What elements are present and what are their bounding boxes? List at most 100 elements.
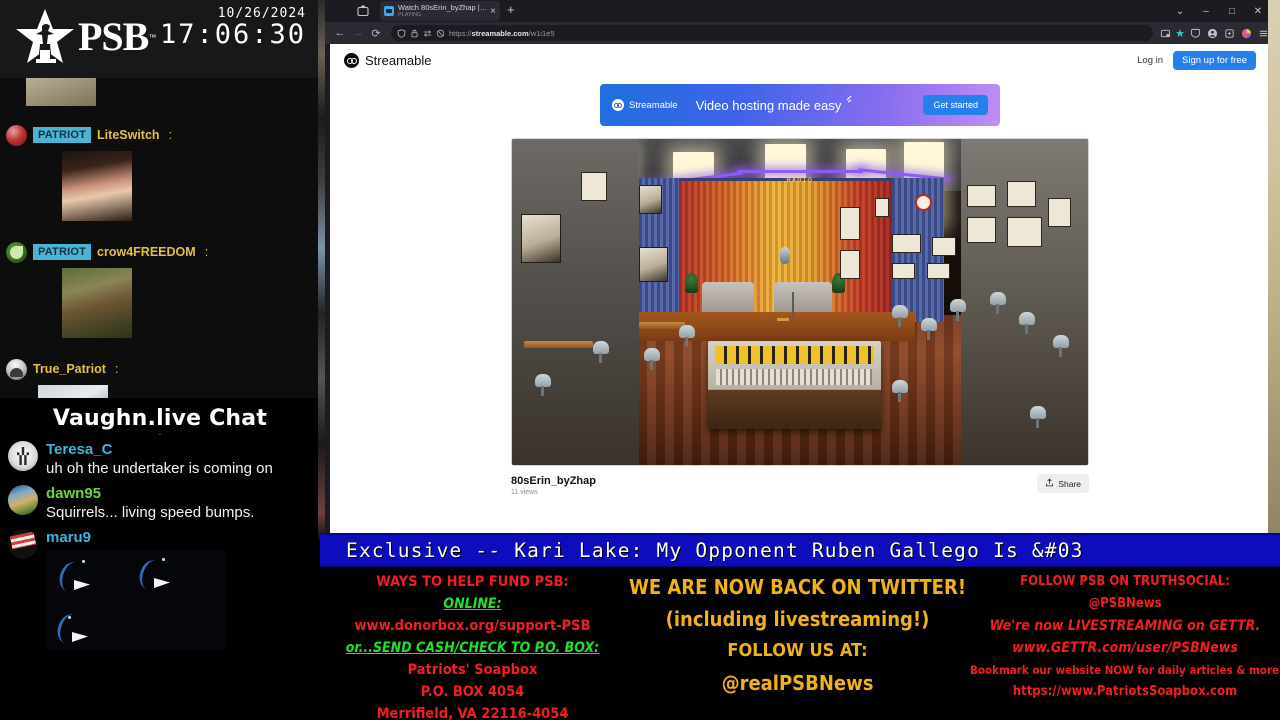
video-meta: 80sErin_byZhap 11 views Share xyxy=(511,474,1089,496)
lock-icon[interactable] xyxy=(410,29,419,38)
promo-brand-text: Streamable xyxy=(629,99,678,111)
profile-avatar-icon[interactable] xyxy=(1240,27,1252,39)
video-title: 80sErin_byZhap xyxy=(511,475,596,487)
no-autoplay-icon[interactable] xyxy=(436,29,445,38)
panel-line: We're now LIVESTREAMING on GETTR. xyxy=(989,618,1261,634)
plant xyxy=(684,272,698,293)
chat-username[interactable]: maru9 xyxy=(46,529,310,547)
transfer-arrows-icon[interactable] xyxy=(423,29,432,38)
chat-gif-attachment[interactable] xyxy=(46,550,226,650)
browser-navigation-bar: ← → ⟳ https://streamable.com/w1i1e5 ★ xyxy=(325,22,1275,44)
bookmark-star-icon[interactable]: ★ xyxy=(1175,27,1185,40)
back-button[interactable]: ← xyxy=(331,24,349,42)
login-link[interactable]: Log in xyxy=(1137,55,1163,66)
close-tab-icon[interactable]: × xyxy=(490,6,496,17)
wall-portrait xyxy=(520,213,561,263)
chat-username[interactable]: crow4FREEDOM xyxy=(97,245,196,259)
studio-chair xyxy=(1018,311,1035,334)
studio-chair xyxy=(892,380,909,403)
wall-frame xyxy=(967,184,996,208)
patriot-badge: PATRIOT xyxy=(33,244,92,260)
donation-info-panel: WAYS TO HELP FUND PSB: ONLINE: www.donor… xyxy=(320,567,625,720)
wall-frame xyxy=(1047,197,1071,227)
console-fader-row xyxy=(716,369,872,386)
list-all-tabs-icon[interactable] xyxy=(355,3,371,19)
cut-off-stream-sliver xyxy=(318,0,325,540)
panel-line: @realPSBNews xyxy=(721,671,874,695)
screen: PSB ™ 10/26/2024 17:06:30 PATRIOT LiteSw… xyxy=(0,0,1280,720)
panel-line: www.GETTR.com/user/PSBNews xyxy=(1012,640,1238,656)
save-to-pocket-icon[interactable] xyxy=(1159,27,1171,39)
panel-line: Merrifield, VA 22116-4054 xyxy=(376,706,569,720)
signup-button[interactable]: Sign up for free xyxy=(1173,50,1256,70)
chat-image-attachment[interactable] xyxy=(62,151,132,221)
chat-colon: : xyxy=(168,128,173,142)
chat-username[interactable]: Teresa_C xyxy=(46,441,310,459)
tab-status: PLAYING xyxy=(398,12,422,18)
chat-message-header: PATRIOT crow4FREEDOM : xyxy=(6,241,314,263)
trademark-mark: ™ xyxy=(148,32,157,42)
chat-username[interactable]: LiteSwitch xyxy=(97,128,160,142)
tab-list-chevron-icon[interactable]: ⌄ xyxy=(1167,1,1193,21)
share-label: Share xyxy=(1058,478,1081,489)
chat-message-header: PATRIOT LiteSwitch : xyxy=(6,124,314,146)
studio-chair xyxy=(535,373,552,396)
chat-text: uh oh the undertaker is coming on xyxy=(46,460,273,477)
chat-image-attachment[interactable] xyxy=(38,385,108,398)
chat-username[interactable]: dawn95 xyxy=(46,485,310,503)
vaughn-chat-panel: Vaughn.live Chat - Teresa_C uh oh the un… xyxy=(0,398,320,720)
maximize-button[interactable]: □ xyxy=(1219,1,1245,21)
streamable-site-header: Streamable Log in Sign up for free xyxy=(330,44,1270,76)
chat-image-attachment[interactable] xyxy=(62,268,132,338)
account-icon[interactable] xyxy=(1206,27,1218,39)
news-ticker: Exclusive -- Kari Lake: My Opponent Rube… xyxy=(320,533,1280,567)
address-bar[interactable]: https://streamable.com/w1i1e5 xyxy=(391,25,1154,41)
video-title-block: 80sErin_byZhap 11 views xyxy=(511,474,596,496)
shield-icon[interactable] xyxy=(397,28,406,38)
psb-header-bar: PSB ™ 10/26/2024 17:06:30 xyxy=(0,0,320,78)
right-edge-strip xyxy=(1268,0,1280,540)
forward-button: → xyxy=(352,27,364,39)
studio-chair xyxy=(592,341,609,364)
panel-line: Patriots' Soapbox xyxy=(407,662,538,678)
message-body: dawn95 Squirrels... living speed bumps. xyxy=(46,485,310,523)
wall-frame xyxy=(874,197,890,218)
streamable-logo[interactable]: Streamable xyxy=(344,52,431,68)
microphone-stem xyxy=(791,292,794,319)
video-frame-scene: RADIO xyxy=(512,139,1088,465)
twitter-info-panel: WE ARE NOW BACK ON TWITTER! (including l… xyxy=(625,567,970,720)
browser-tab[interactable]: Watch 80sErin_byZhap | Stream PLAYING × xyxy=(380,1,500,21)
chat-message: PATRIOT LiteSwitch : xyxy=(0,120,320,223)
stream-chat-list[interactable]: PATRIOT LiteSwitch : PATRIOT crow4FREEDO… xyxy=(0,78,320,398)
studio-chair xyxy=(949,298,966,321)
share-icon xyxy=(1045,478,1054,489)
get-started-button[interactable]: Get started xyxy=(923,95,988,115)
share-button[interactable]: Share xyxy=(1037,474,1089,493)
panel-line: P.O. BOX 4054 xyxy=(420,684,525,700)
studio-chair xyxy=(644,347,661,370)
list-item: maru9 xyxy=(0,525,320,652)
video-view-count: 11 views xyxy=(511,489,538,496)
pocket-icon[interactable] xyxy=(1189,27,1201,39)
list-item: dawn95 Squirrels... living speed bumps. xyxy=(0,481,320,525)
studio-chair xyxy=(920,318,937,341)
vaughn-chat-title: Vaughn.live Chat xyxy=(52,406,268,431)
wall-frame xyxy=(581,171,608,201)
reload-button[interactable]: ⟳ xyxy=(367,24,385,42)
favicon-icon xyxy=(384,6,394,16)
sofa xyxy=(774,282,832,316)
minimize-button[interactable]: – xyxy=(1193,1,1219,21)
chat-username[interactable]: True_Patriot xyxy=(33,362,106,376)
wall-frame xyxy=(840,249,861,280)
panel-line: https://www.PatriotsSoapbox.com xyxy=(1012,684,1238,699)
console-led-row xyxy=(714,346,874,364)
promo-banner[interactable]: Streamable Video hosting made easy Get s… xyxy=(600,84,1000,126)
url-host: streamable.com xyxy=(471,28,529,38)
url-prefix: https:// xyxy=(449,28,472,38)
new-tab-button[interactable]: + xyxy=(507,3,515,17)
video-player[interactable]: RADIO xyxy=(511,138,1089,466)
ticker-text: Exclusive -- Kari Lake: My Opponent Rube… xyxy=(346,539,1084,562)
browser-tab-strip: Watch 80sErin_byZhap | Stream PLAYING × … xyxy=(325,0,1275,22)
wall-frame xyxy=(932,236,956,257)
extensions-icon[interactable] xyxy=(1223,27,1235,39)
